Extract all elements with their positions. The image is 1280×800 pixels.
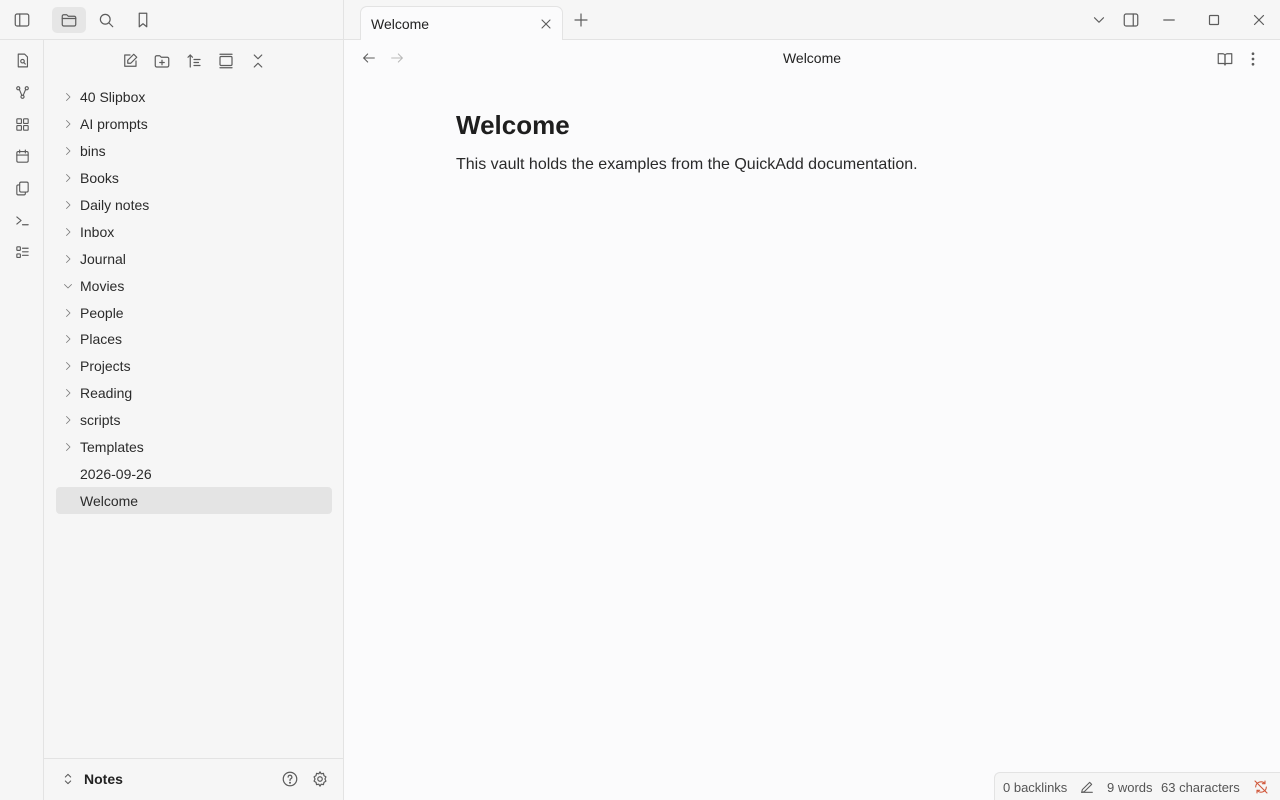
tree-folder[interactable]: Templates	[56, 434, 332, 461]
word-count: 9 words	[1107, 780, 1153, 795]
chevron-right-icon[interactable]	[62, 333, 74, 345]
view-header-title[interactable]: Welcome	[344, 50, 1280, 66]
tree-item-label: Projects	[80, 358, 131, 375]
help-icon[interactable]	[281, 770, 301, 790]
sidebar-right-icon[interactable]	[1122, 11, 1140, 29]
tree-folder[interactable]: Books	[56, 165, 332, 192]
tree-item-label: Templates	[80, 439, 144, 456]
tree-folder[interactable]: Daily notes	[56, 192, 332, 219]
more-options-icon[interactable]	[1244, 50, 1262, 68]
chevron-down-icon[interactable]	[62, 280, 74, 292]
tree-item-label: scripts	[80, 412, 121, 429]
file-tree: 40 Slipbox AI prompts bins Books Daily notes…	[56, 84, 332, 515]
chevron-down-icon[interactable]	[1090, 11, 1108, 29]
tree-folder[interactable]: Places	[56, 326, 332, 353]
tree-folder[interactable]: bins	[56, 138, 332, 165]
chevron-right-icon[interactable]	[62, 118, 74, 130]
note-body: This vault holds the examples from the Q…	[456, 156, 918, 173]
tree-item-label: Journal	[80, 250, 126, 267]
backlinks-count[interactable]: 0 backlinks	[1003, 780, 1067, 795]
vault-name[interactable]: Notes	[84, 771, 123, 787]
file-explorer: 40 Slipbox AI prompts bins Books Daily notes…	[44, 40, 344, 800]
tree-item-label: Places	[80, 331, 123, 348]
pencil-icon[interactable]	[1079, 779, 1095, 795]
character-count: 63 characters	[1161, 780, 1240, 795]
tree-folder[interactable]: Movies	[56, 272, 332, 299]
search-icon[interactable]	[89, 7, 123, 33]
sidebar-toggle-icon[interactable]	[5, 7, 39, 33]
chevron-right-icon[interactable]	[62, 253, 74, 265]
tree-item-label: 2026-09-26	[80, 465, 152, 482]
chevron-right-icon[interactable]	[62, 360, 74, 372]
list-icon[interactable]	[10, 240, 34, 264]
chevron-right-icon[interactable]	[62, 387, 74, 399]
tree-item-label: Movies	[80, 277, 125, 294]
chevron-right-icon[interactable]	[62, 199, 74, 211]
tree-folder[interactable]: Inbox	[56, 218, 332, 245]
close-icon[interactable]	[1250, 11, 1268, 29]
chevron-right-icon[interactable]	[62, 307, 74, 319]
calendar-icon[interactable]	[10, 144, 34, 168]
tab-title: Welcome	[371, 16, 430, 32]
tree-folder[interactable]: Projects	[56, 353, 332, 380]
tree-item-label: Daily notes	[80, 197, 150, 213]
tab-close-icon[interactable]	[538, 16, 554, 32]
sort-icon[interactable]	[181, 50, 207, 72]
minimize-icon[interactable]	[1160, 11, 1178, 29]
chevron-right-icon[interactable]	[62, 145, 74, 157]
chevron-right-icon[interactable]	[62, 91, 74, 103]
left-ribbon	[0, 40, 44, 800]
tree-folder[interactable]: People	[56, 299, 332, 326]
tree-item-label: AI prompts	[80, 116, 148, 133]
tree-item-label: Inbox	[80, 223, 115, 240]
templates-icon[interactable]	[10, 176, 34, 200]
auto-reveal-icon[interactable]	[213, 50, 239, 72]
new-folder-icon[interactable]	[149, 50, 175, 72]
tree-file[interactable]: Welcome	[56, 487, 332, 515]
graph-icon[interactable]	[10, 80, 34, 104]
vault-switcher-icon[interactable]	[60, 771, 78, 789]
tree-item-label: Reading	[80, 385, 133, 402]
tree-item-label: bins	[80, 143, 106, 160]
tree-file[interactable]: 2026-09-26	[56, 460, 332, 487]
tree-folder[interactable]: 40 Slipbox	[56, 84, 332, 111]
canvas-icon[interactable]	[10, 112, 34, 136]
new-note-icon[interactable]	[117, 50, 143, 72]
tree-item-label: People	[80, 304, 124, 321]
vault-footer: Notes	[44, 758, 343, 800]
chevron-right-icon[interactable]	[62, 226, 74, 238]
tab-bar: Welcome	[344, 0, 1280, 41]
chevron-right-icon[interactable]	[62, 441, 74, 453]
sidebar-header	[0, 0, 344, 40]
chevron-right-icon[interactable]	[62, 172, 74, 184]
new-tab-plus-icon[interactable]	[572, 11, 590, 29]
chevron-right-icon[interactable]	[62, 414, 74, 426]
note-heading: Welcome	[456, 110, 570, 140]
editor-pane: Welcome Welcome This vault holds the exa…	[344, 40, 1280, 800]
files-tab-folder-icon[interactable]	[52, 7, 86, 33]
tree-folder[interactable]: scripts	[56, 407, 332, 434]
command-palette-icon[interactable]	[10, 208, 34, 232]
bookmark-icon[interactable]	[126, 7, 160, 33]
tree-folder[interactable]: AI prompts	[56, 111, 332, 138]
maximize-icon[interactable]	[1205, 11, 1223, 29]
tab-welcome[interactable]: Welcome	[360, 6, 563, 41]
tree-folder[interactable]: Reading	[56, 380, 332, 407]
tree-item-label: Books	[80, 170, 119, 187]
status-bar: 0 backlinks 9 words 63 characters	[994, 772, 1280, 800]
reading-view-book-icon[interactable]	[1216, 50, 1234, 68]
quick-switcher-icon[interactable]	[10, 48, 34, 72]
gear-icon[interactable]	[311, 770, 331, 790]
tree-folder[interactable]: Journal	[56, 245, 332, 272]
sync-status-icon[interactable]	[1253, 779, 1269, 795]
tree-item-label: Welcome	[80, 492, 139, 509]
tree-item-label: 40 Slipbox	[80, 89, 146, 106]
collapse-all-icon[interactable]	[245, 50, 271, 72]
